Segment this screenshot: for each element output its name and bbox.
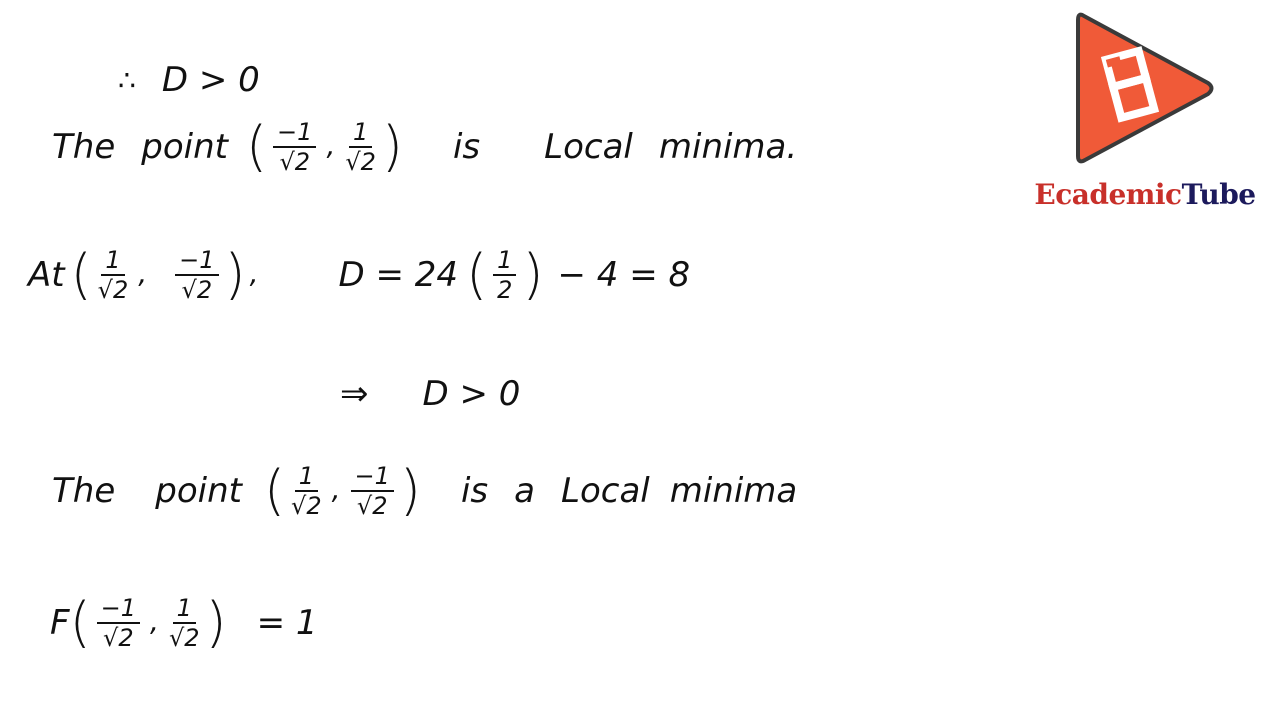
fraction-numerator: −1 [175, 248, 219, 276]
fraction-x: 1 √2 [98, 248, 129, 302]
word-point: point [155, 471, 242, 511]
equals-one: = 1 [256, 603, 318, 643]
fraction-denominator: √2 [345, 148, 376, 176]
fraction-denominator: √2 [279, 148, 311, 176]
minus-4-equals-8: − 4 = 8 [557, 255, 691, 295]
fraction-denominator: √2 [97, 276, 129, 304]
word-the: The [52, 471, 116, 511]
open-paren: ( [70, 243, 92, 306]
fraction-y: −1 √2 [350, 464, 394, 520]
open-paren: ( [263, 459, 286, 522]
open-paren: ( [245, 115, 268, 178]
fraction-x: −1 √2 [273, 120, 317, 176]
fraction-x: −1 √2 [96, 596, 141, 652]
fraction-half: 1 2 [493, 248, 517, 304]
fraction-y: −1 √2 [175, 248, 219, 304]
fraction-numerator: 1 [101, 248, 125, 276]
d-greater-zero: D > 0 [422, 374, 521, 414]
line-function-value: F ( −1 √2 , 1 √2 ) = 1 [50, 591, 318, 654]
line-point-2-local-minima: The point ( 1 √2 , −1 √2 ) is a Local mi… [52, 459, 798, 522]
fraction-denominator: √2 [356, 492, 388, 520]
d-greater-zero: D > 0 [161, 60, 260, 100]
close-paren: ) [522, 243, 544, 306]
fraction-denominator: 2 [497, 276, 513, 304]
close-paren: ) [224, 243, 246, 306]
fraction-numerator: 1 [172, 596, 196, 624]
fraction-denominator: √2 [103, 624, 134, 652]
line-therefore-d-positive: ∴ D > 0 [118, 60, 260, 100]
fraction-denominator: √2 [181, 276, 213, 304]
open-paren: ( [69, 591, 91, 654]
word-a: a [514, 471, 535, 511]
comma: , [326, 129, 336, 162]
comma: , [150, 605, 159, 638]
close-paren: ) [205, 591, 227, 654]
fraction-numerator: 1 [294, 464, 318, 492]
word-local: Local [561, 471, 650, 511]
implies-symbol: ⇒ [340, 374, 369, 414]
brand-part-ecademic: Ecademic [1034, 178, 1182, 211]
word-is: is [460, 471, 489, 511]
word-minima: minima. [658, 127, 798, 167]
fraction-numerator: −1 [350, 464, 394, 492]
line-implies-d-positive: ⇒ D > 0 [340, 374, 520, 414]
word-the: The [52, 127, 116, 167]
word-point: point [141, 127, 228, 167]
close-paren: ) [381, 115, 403, 178]
play-triangle-logo-icon [1076, 12, 1214, 164]
word-minima: minima [669, 471, 798, 511]
fraction-y: 1 √2 [169, 596, 200, 650]
fraction-x: 1 √2 [291, 464, 322, 518]
line-point-1-local-minima: The point ( −1 √2 , 1 √2 ) is Local mini… [52, 115, 798, 178]
fraction-numerator: 1 [348, 120, 373, 148]
word-at: At [28, 255, 65, 295]
comma: , [331, 473, 341, 506]
fraction-denominator: √2 [291, 492, 322, 520]
fraction-numerator: −1 [273, 120, 317, 148]
open-paren: ( [466, 243, 488, 306]
d-equals-24: D = 24 [338, 255, 459, 295]
comma: , [138, 257, 148, 290]
comma: , [249, 257, 259, 290]
therefore-symbol: ∴ [118, 63, 136, 97]
close-paren: ) [399, 459, 421, 522]
fraction-y: 1 √2 [345, 120, 376, 174]
word-local: Local [544, 127, 633, 167]
fraction-numerator: −1 [96, 596, 141, 624]
word-is: is [452, 127, 481, 167]
brand-name: EcademicTube [1030, 178, 1260, 211]
function-f: F [50, 603, 70, 643]
brand-part-tube: Tube [1181, 178, 1257, 211]
fraction-numerator: 1 [493, 248, 517, 276]
line-at-point-discriminant: At ( 1 √2 , −1 √2 ) , D = 24 ( 1 2 ) − 4… [28, 243, 691, 306]
fraction-denominator: √2 [168, 624, 200, 652]
